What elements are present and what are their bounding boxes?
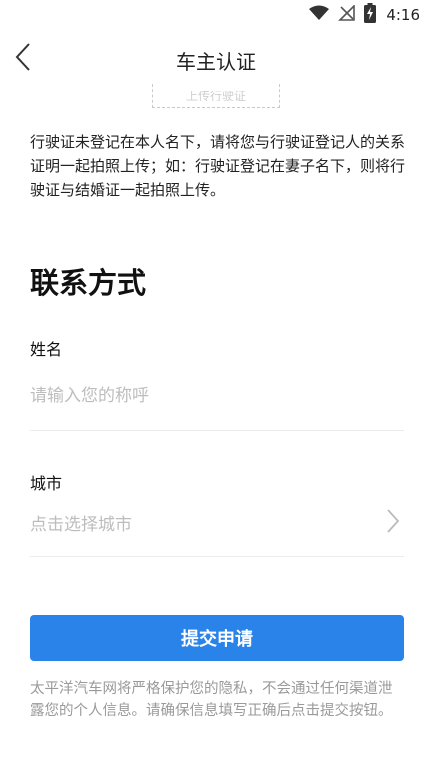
upload-label: 上传行驶证 (185, 91, 246, 101)
no-signal-icon (338, 4, 356, 25)
status-bar: 4:16 (0, 0, 432, 30)
name-divider (30, 430, 404, 431)
city-placeholder: 点击选择城市 (30, 515, 132, 535)
city-label: 城市 (30, 474, 63, 493)
name-label: 姓名 (30, 340, 63, 359)
submit-button[interactable]: 提交申请 (30, 615, 404, 661)
relationship-notice: 行驶证未登记在本人名下，请将您与行驶证登记人的关系证明一起拍照上传；如：行驶证登… (30, 133, 406, 199)
battery-charging-icon (364, 3, 377, 27)
app-bar: 车主认证 (0, 30, 432, 88)
contact-section-title: 联系方式 (30, 266, 147, 300)
status-time: 4:16 (386, 6, 420, 24)
privacy-note: 太平洋汽车网将严格保护您的隐私，不会通过任何渠道泄露您的个人信息。请确保信息填写… (30, 681, 393, 719)
city-selector[interactable]: 点击选择城市 (30, 500, 404, 542)
name-input[interactable] (30, 383, 404, 409)
upload-license-box[interactable]: 上传行驶证 (152, 84, 280, 108)
city-divider (30, 556, 404, 557)
page-title: 车主认证 (176, 50, 256, 74)
wifi-icon (308, 5, 330, 25)
chevron-right-icon (386, 508, 400, 538)
